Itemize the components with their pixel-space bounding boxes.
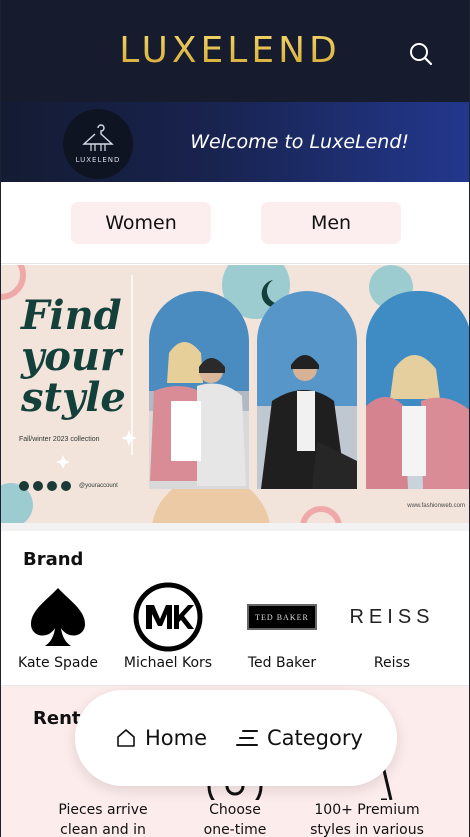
category-icon	[236, 730, 258, 746]
brand-name: Kate Spade	[18, 655, 98, 671]
nav-home-label: Home	[145, 726, 208, 750]
facebook-icon	[19, 481, 29, 491]
rent-item-text-2: styles in various	[310, 822, 424, 837]
top-bar: LUXELEND	[1, 0, 469, 102]
app-logo-title: LUXELEND	[1, 30, 459, 71]
youtube-icon	[61, 481, 71, 491]
promo-banner[interactable]: Find your style Fall/winter 2023 collect…	[1, 265, 469, 523]
badge-text: LUXELEND	[75, 156, 121, 164]
hanger-logo-icon	[82, 124, 114, 151]
fashion-photo-2	[257, 291, 357, 489]
brand-name: Reiss	[373, 655, 411, 671]
banner-social-links: @youraccount	[19, 481, 118, 491]
tab-men[interactable]: Men	[261, 202, 401, 244]
brand-item-kate-spade[interactable]: Kate Spade	[3, 581, 113, 671]
headline-line-2: your	[21, 333, 122, 380]
fashion-photo-3	[366, 291, 469, 489]
home-icon	[117, 729, 135, 747]
banner-headline: Find your style	[21, 295, 126, 418]
fashion-photo-1	[149, 291, 249, 489]
ted-baker-logo-text: TED BAKER	[255, 612, 309, 622]
banner-subtitle: Fall/winter 2023 collection	[19, 436, 100, 443]
rent-item-text-1: Pieces arrive	[58, 802, 148, 818]
brand-name: Michael Kors	[123, 655, 213, 671]
headline-line-1: Find	[21, 292, 122, 339]
rent-section-title: Rent	[33, 708, 81, 729]
spade-icon	[3, 581, 113, 653]
nav-category-label: Category	[267, 726, 363, 750]
reiss-logo: REISS	[337, 581, 447, 653]
headline-line-3: style	[21, 374, 126, 421]
ted-baker-logo: TED BAKER	[227, 581, 337, 653]
gender-tabs: Women Men	[1, 182, 469, 264]
mk-logo	[113, 581, 223, 653]
floating-bottom-nav: Home Category	[75, 690, 397, 786]
search-icon	[410, 43, 433, 66]
app-screen: LUXELEND LUXELEND Welcome to LuxeLend! W…	[0, 0, 470, 837]
instagram-icon	[33, 481, 43, 491]
rent-item-text-1: Choose	[209, 802, 261, 818]
brand-item-reiss[interactable]: REISS Reiss	[337, 581, 447, 672]
welcome-text: Welcome to LuxeLend!	[190, 131, 409, 153]
twitter-icon	[47, 481, 57, 491]
brand-item-michael-kors[interactable]: Michael Kors	[113, 581, 223, 671]
brand-section-title: Brand	[23, 549, 84, 570]
rent-item-text-2: one-time	[203, 822, 267, 837]
reiss-logo-text: REISS	[349, 605, 435, 628]
banner-handle: @youraccount	[79, 483, 118, 489]
tab-women[interactable]: Women	[71, 202, 211, 244]
nav-home-button[interactable]: Home	[115, 722, 207, 754]
brand-badge: LUXELEND	[63, 109, 133, 179]
search-button[interactable]	[403, 36, 439, 72]
brand-name: Ted Baker	[247, 655, 317, 671]
rent-item-text-2: clean and in	[60, 822, 146, 837]
brand-section: Brand Kate Spade Michael Kors TED BAKER …	[1, 523, 469, 685]
welcome-banner: LUXELEND Welcome to LuxeLend!	[1, 102, 469, 182]
brand-item-ted-baker[interactable]: TED BAKER Ted Baker	[227, 581, 337, 671]
nav-category-button[interactable]: Category	[235, 722, 363, 754]
rent-item-text-1: 100+ Premium	[314, 802, 420, 818]
banner-url: www.fashionweb.com	[407, 503, 465, 509]
